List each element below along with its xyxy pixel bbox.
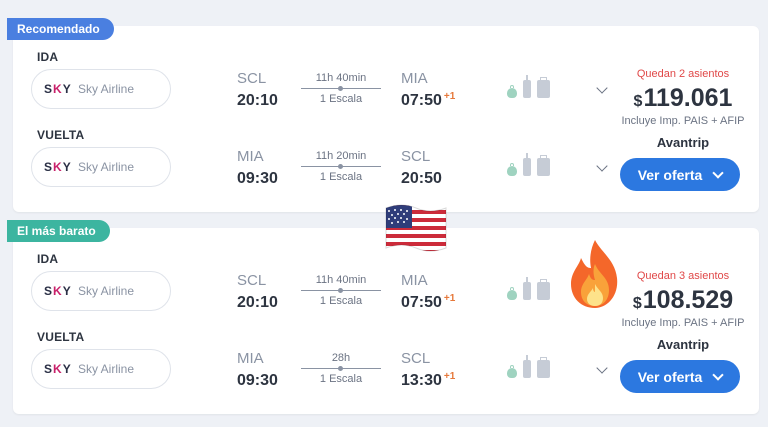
destination-code: SCL — [401, 350, 431, 367]
carry-on-icon — [523, 355, 531, 378]
origin-code: MIA — [237, 148, 264, 165]
baggage-icons — [507, 153, 550, 176]
seats-left: Quedan 2 asientos — [636, 68, 730, 80]
personal-item-icon — [507, 85, 517, 98]
chevron-down-icon — [712, 166, 724, 179]
chevron-down-icon[interactable] — [596, 160, 608, 172]
flight-duration-block: 28h 1 Escala — [301, 352, 381, 385]
baggage-icons — [507, 277, 550, 300]
departure-time: 09:30 — [237, 372, 278, 389]
airline-pill: SKY Sky Airline — [31, 147, 171, 187]
flight-duration-block: 11h 20min 1 Escala — [301, 150, 381, 183]
seats-left: Quedan 3 asientos — [636, 270, 730, 282]
route-line — [301, 366, 381, 371]
day-offset: +1 — [443, 371, 456, 382]
personal-item-icon — [507, 287, 517, 300]
route-line — [301, 288, 381, 293]
baggage-icons — [507, 75, 550, 98]
outbound-segment[interactable]: IDA SKY Sky Airline SCL 20:10 11h 40min … — [13, 228, 593, 311]
fire-icon — [571, 240, 618, 308]
view-offer-button[interactable]: Ver oferta — [620, 360, 740, 393]
chevron-down-icon[interactable] — [596, 82, 608, 94]
checked-bag-icon — [537, 279, 550, 300]
direction-label: IDA — [37, 50, 59, 64]
baggage-icons — [507, 355, 550, 378]
flight-result-card: El más barato IDA SKY Sky Airline SCL 20… — [7, 220, 759, 414]
airline-name: Sky Airline — [78, 362, 135, 376]
duration: 28h — [331, 352, 351, 364]
arrival-time: 13:30 +1 — [401, 371, 456, 389]
destination-code: MIA — [401, 70, 428, 87]
airline-logo: SKY — [44, 284, 72, 298]
stops: 1 Escala — [319, 93, 363, 105]
airline-logo: SKY — [44, 82, 72, 96]
direction-label: IDA — [37, 252, 59, 266]
airline-name: Sky Airline — [78, 82, 135, 96]
origin-code: MIA — [237, 350, 264, 367]
destination-code: MIA — [401, 272, 428, 289]
personal-item-icon — [507, 365, 517, 378]
vendor-name: Avantrip — [656, 337, 710, 352]
carry-on-icon — [523, 75, 531, 98]
route-line — [301, 86, 381, 91]
flight-duration-block: 11h 40min 1 Escala — [301, 72, 381, 105]
return-segment[interactable]: VUELTA SKY Sky Airline MIA 09:30 28h 1 E… — [13, 308, 593, 389]
flight-duration-block: 11h 40min 1 Escala — [301, 274, 381, 307]
price: $108.529 — [632, 286, 734, 314]
price: $119.061 — [633, 84, 733, 112]
chevron-down-icon[interactable] — [596, 362, 608, 374]
airline-pill: SKY Sky Airline — [31, 69, 171, 109]
airline-name: Sky Airline — [78, 160, 135, 174]
personal-item-icon — [507, 163, 517, 176]
duration: 11h 40min — [315, 72, 367, 84]
departure-time: 09:30 — [237, 170, 278, 187]
tax-note: Incluye Imp. PAIS + AFIP — [621, 317, 745, 329]
view-offer-button[interactable]: Ver oferta — [620, 158, 740, 191]
day-offset: +1 — [443, 91, 456, 102]
duration: 11h 20min — [315, 150, 367, 162]
us-flag-icon — [385, 204, 447, 252]
return-segment[interactable]: VUELTA SKY Sky Airline MIA 09:30 11h 20m… — [13, 106, 593, 187]
arrival-time: 20:50 — [401, 170, 442, 187]
airline-pill: SKY Sky Airline — [31, 349, 171, 389]
tax-note: Incluye Imp. PAIS + AFIP — [621, 115, 745, 127]
checked-bag-icon — [537, 155, 550, 176]
vendor-name: Avantrip — [656, 135, 710, 150]
duration: 11h 40min — [315, 274, 367, 286]
stops: 1 Escala — [319, 373, 363, 385]
origin-code: SCL — [237, 272, 267, 289]
direction-label: VUELTA — [37, 330, 85, 344]
airline-logo: SKY — [44, 160, 72, 174]
checked-bag-icon — [537, 357, 550, 378]
stops: 1 Escala — [319, 295, 363, 307]
flight-result-card: Recomendado IDA SKY Sky Airline SCL 20:1… — [7, 18, 759, 212]
direction-label: VUELTA — [37, 128, 85, 142]
carry-on-icon — [523, 277, 531, 300]
carry-on-icon — [523, 153, 531, 176]
day-offset: +1 — [443, 293, 456, 304]
destination-code: SCL — [401, 148, 431, 165]
airline-name: Sky Airline — [78, 284, 135, 298]
stops: 1 Escala — [319, 171, 363, 183]
route-line — [301, 164, 381, 169]
airline-pill: SKY Sky Airline — [31, 271, 171, 311]
checked-bag-icon — [537, 77, 550, 98]
airline-logo: SKY — [44, 362, 72, 376]
origin-code: SCL — [237, 70, 267, 87]
outbound-segment[interactable]: IDA SKY Sky Airline SCL 20:10 11h 40min … — [13, 26, 593, 109]
chevron-down-icon — [712, 368, 724, 381]
